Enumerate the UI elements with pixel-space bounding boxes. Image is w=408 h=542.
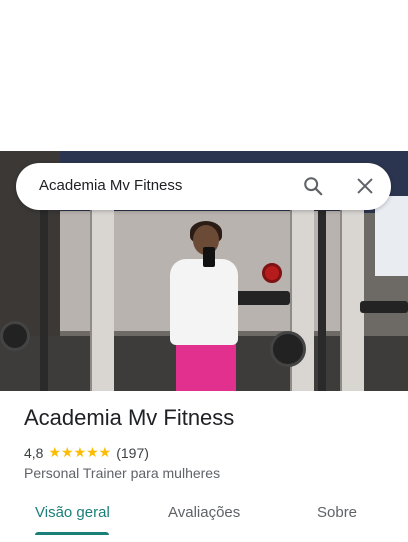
photo-bench-2 <box>360 301 408 313</box>
active-tab-indicator <box>35 532 109 535</box>
tab-overview[interactable]: Visão geral <box>35 504 110 521</box>
place-category[interactable]: Personal Trainer para mulheres <box>24 465 220 481</box>
search-box[interactable]: Academia Mv Fitness <box>16 163 391 210</box>
photo-rack-1 <box>40 206 48 391</box>
photo-plate-left <box>0 321 30 351</box>
search-icon[interactable] <box>302 175 324 197</box>
close-icon[interactable] <box>354 175 376 197</box>
photo-pillar-1 <box>90 191 114 391</box>
photo-plate <box>270 331 306 367</box>
tab-about[interactable]: Sobre <box>317 504 357 521</box>
photo-window-right <box>375 196 408 276</box>
review-count[interactable]: (197) <box>116 445 149 461</box>
place-title: Academia Mv Fitness <box>24 405 235 430</box>
photo-person-shirt <box>170 259 238 345</box>
rating-value: 4,8 <box>24 444 44 461</box>
tab-reviews[interactable]: Avaliações <box>168 504 240 521</box>
search-input[interactable]: Academia Mv Fitness <box>39 177 182 194</box>
photo-phone <box>203 247 215 267</box>
photo-bench-1 <box>230 291 290 305</box>
rating-stars-icon: ★★★★★ <box>48 444 112 460</box>
rating-row[interactable]: 4,8 ★★★★★ (197) <box>24 444 149 461</box>
top-blank-area <box>0 0 408 151</box>
photo-rack-2 <box>318 206 326 391</box>
photo-red-plate <box>262 263 282 283</box>
photo-person-legs <box>176 339 236 391</box>
place-tabs: Visão geral Avaliações Sobre <box>0 494 408 542</box>
photo-pillar-3 <box>340 191 364 391</box>
